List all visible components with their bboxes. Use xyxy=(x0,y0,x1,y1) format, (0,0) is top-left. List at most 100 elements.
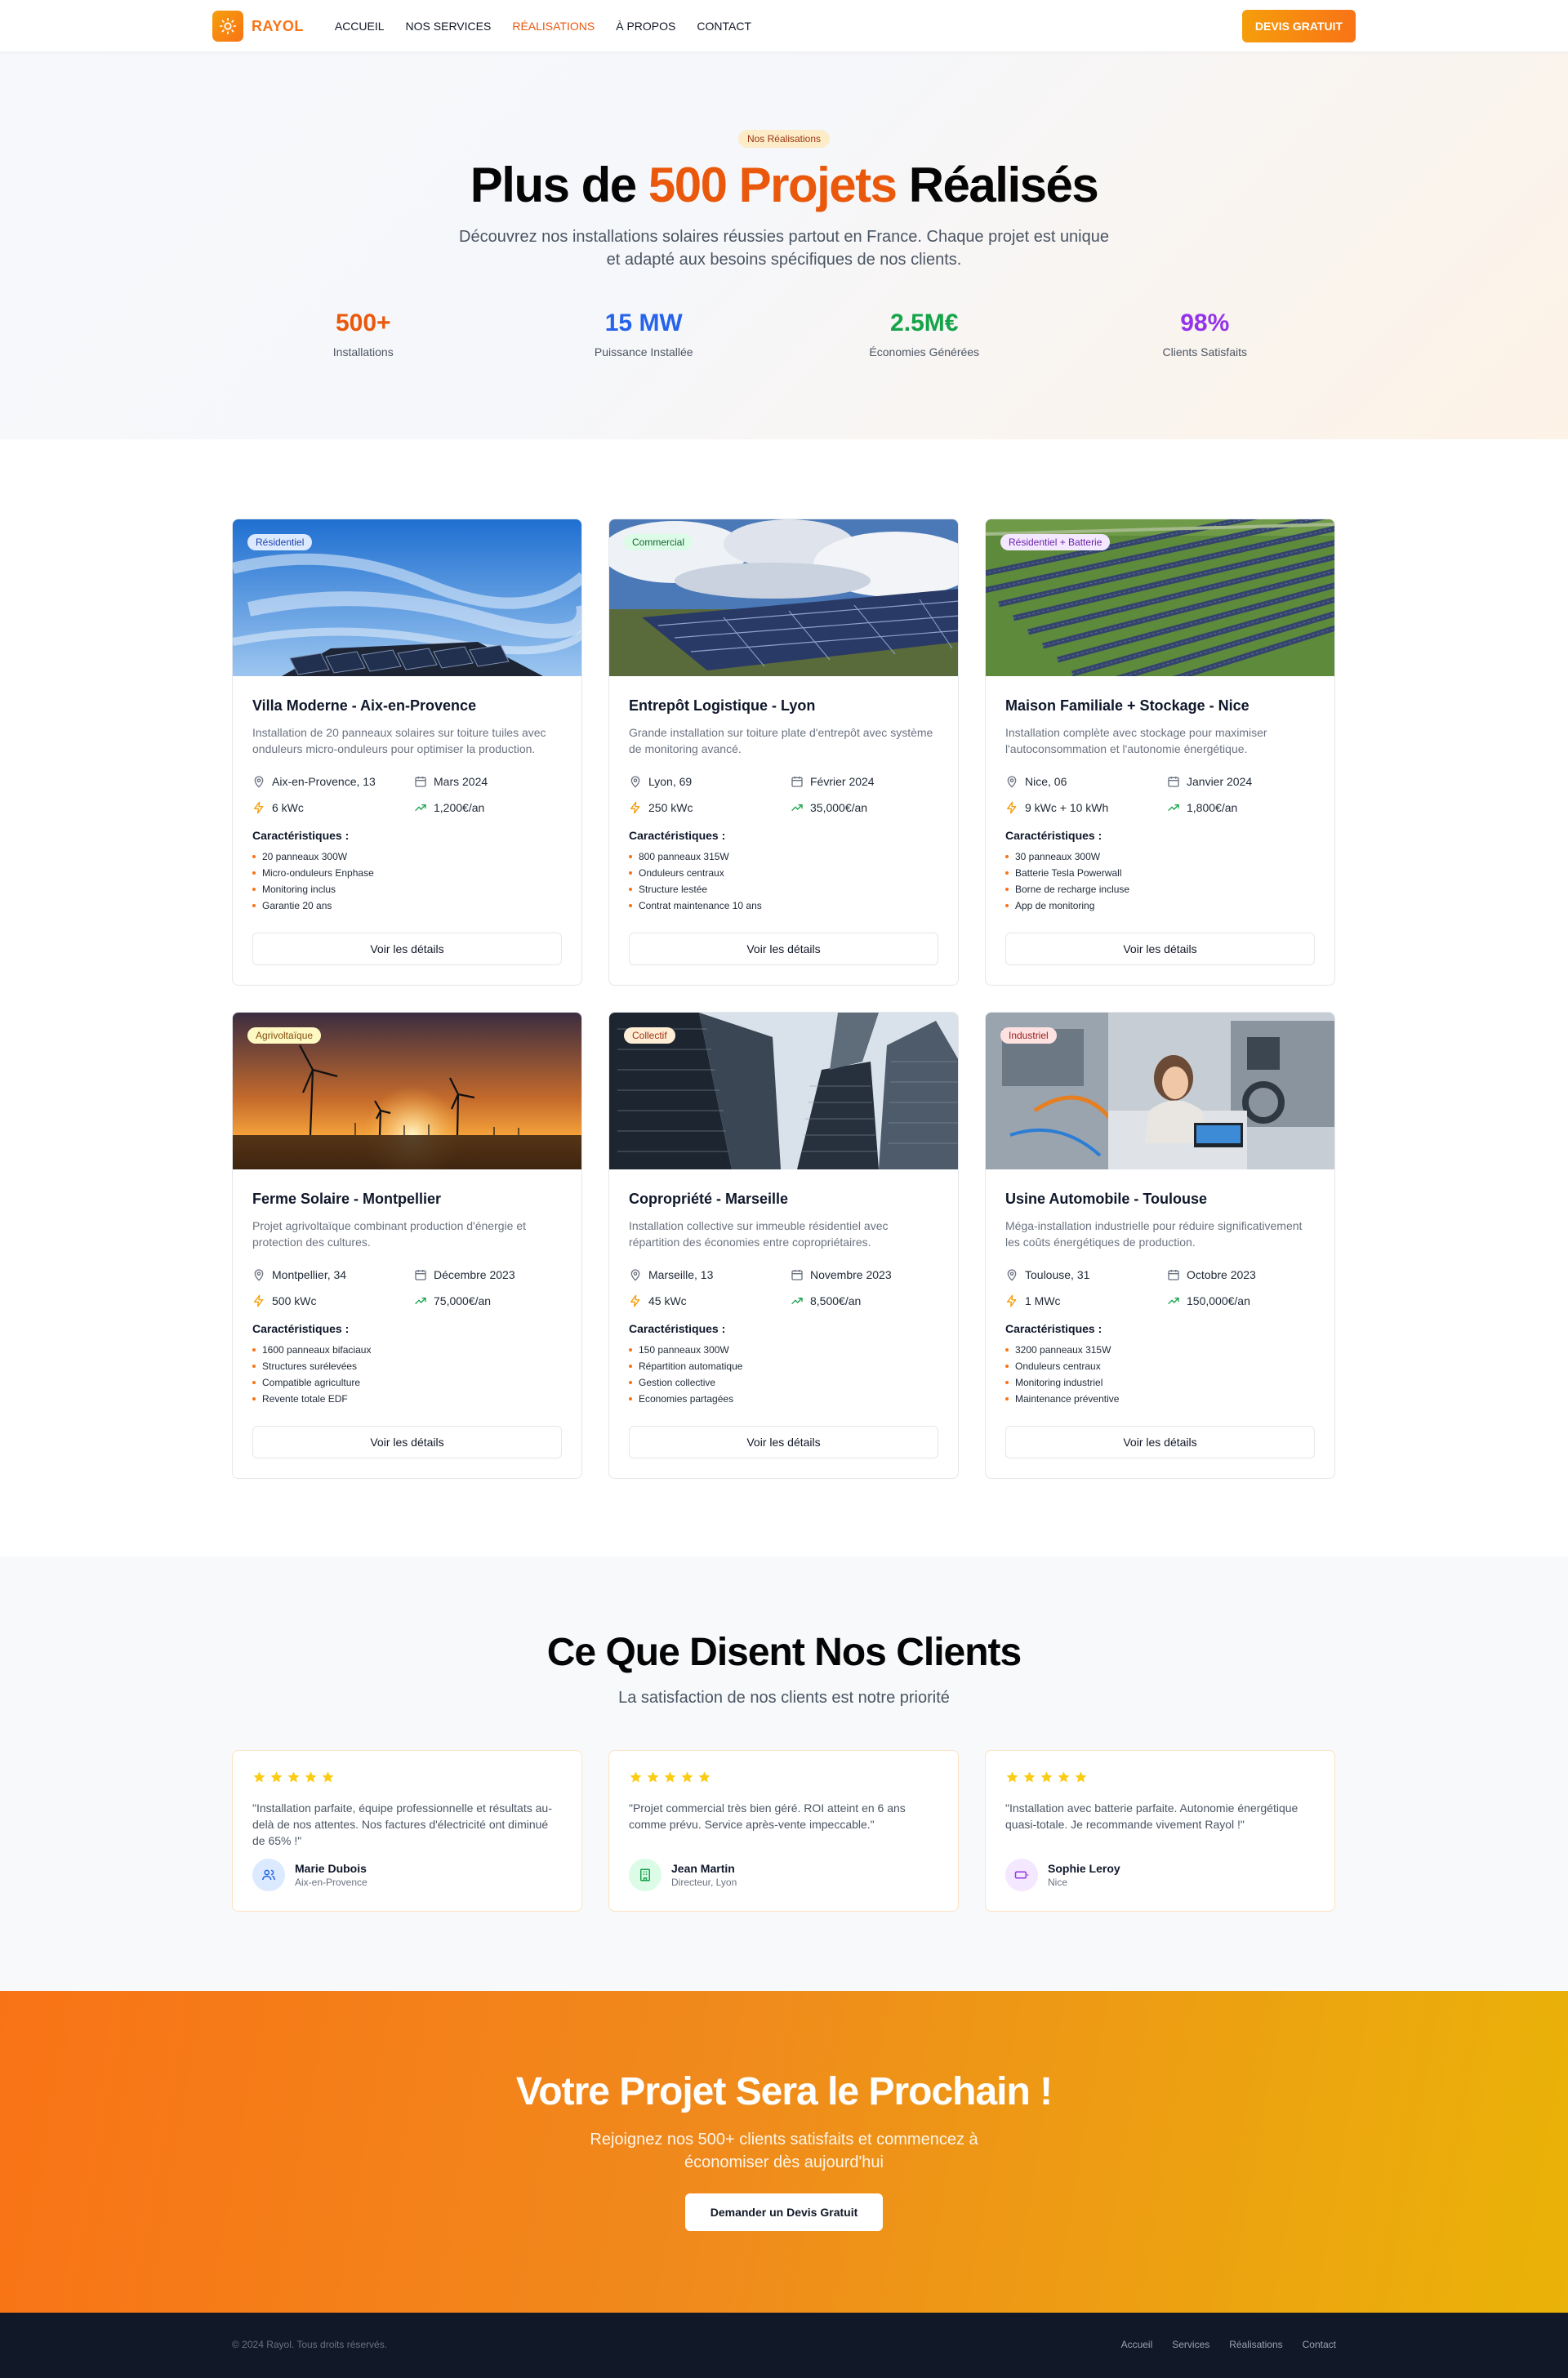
feature-item: Revente totale EDF xyxy=(252,1391,562,1407)
feature-item: 20 panneaux 300W xyxy=(252,848,562,865)
meta-location: Toulouse, 31 xyxy=(1005,1268,1167,1281)
feature-item: 150 panneaux 300W xyxy=(629,1342,938,1358)
meta-date: Janvier 2024 xyxy=(1167,775,1315,788)
features-list: 30 panneaux 300W Batterie Tesla Powerwall… xyxy=(1005,848,1315,914)
rating-stars xyxy=(629,1770,938,1788)
project-title: Villa Moderne - Aix-en-Provence xyxy=(252,697,477,714)
project-image: Industriel xyxy=(986,1013,1334,1169)
testimonial-card: "Installation avec batterie parfaite. Au… xyxy=(985,1750,1335,1912)
cta-subtitle: Rejoignez nos 500+ clients satisfaits et… xyxy=(590,2131,978,2171)
calendar-icon xyxy=(791,1270,803,1280)
calendar-icon xyxy=(1168,1270,1179,1280)
features-list: 150 panneaux 300W Répartition automatique… xyxy=(629,1342,938,1407)
stats-row: 500+ Installations 15 MW Puissance Insta… xyxy=(223,309,1345,358)
free-quote-button[interactable]: DEVIS GRATUIT xyxy=(1241,10,1356,42)
star-icon xyxy=(646,1770,660,1788)
savings-text: 1,200€/an xyxy=(434,801,485,814)
feature-item: Micro-onduleurs Enphase xyxy=(252,865,562,881)
calendar-icon xyxy=(1168,777,1179,787)
project-title: Usine Automobile - Toulouse xyxy=(1005,1191,1207,1207)
users-icon xyxy=(252,1859,285,1891)
footer-link-contact[interactable]: Contact xyxy=(1303,2339,1336,2350)
stat-installations: 500+ Installations xyxy=(223,309,504,358)
features-list: 20 panneaux 300W Micro-onduleurs Enphase M… xyxy=(252,848,562,914)
stat-label: Économies Générées xyxy=(869,345,980,358)
nav-link-realisations[interactable]: RÉALISATIONS xyxy=(512,20,595,33)
testimonials-title: Ce Que Disent Nos Clients xyxy=(546,1631,1022,1674)
feature-item: App de monitoring xyxy=(1005,897,1315,914)
star-icon xyxy=(304,1770,318,1788)
star-icon xyxy=(1005,1770,1019,1788)
star-icon xyxy=(287,1770,301,1788)
category-badge: Résidentiel xyxy=(247,534,313,550)
nav-link-accueil[interactable]: ACCUEIL xyxy=(335,20,385,33)
author-role: Nice xyxy=(1048,1877,1068,1888)
star-icon xyxy=(680,1770,694,1788)
project-meta: Aix-en-Provence, 13 Mars 2024 6 kWc 1,20… xyxy=(252,775,562,814)
footer-link-services[interactable]: Services xyxy=(1172,2339,1209,2350)
features-title: Caractéristiques : xyxy=(252,1322,350,1335)
lightning-icon xyxy=(1007,1294,1017,1307)
date-text: Novembre 2023 xyxy=(810,1268,892,1281)
meta-location: Aix-en-Provence, 13 xyxy=(252,775,414,788)
star-icon xyxy=(252,1770,266,1788)
rating-stars xyxy=(1005,1770,1315,1788)
project-image: Résidentiel + Batterie xyxy=(986,519,1334,676)
map-pin-icon xyxy=(630,776,640,788)
view-details-button[interactable]: Voir les détails xyxy=(629,1426,938,1458)
meta-savings: 75,000€/an xyxy=(414,1294,562,1307)
feature-item: Monitoring industriel xyxy=(1005,1374,1315,1391)
power-text: 9 kWc + 10 kWh xyxy=(1025,801,1109,814)
meta-location: Lyon, 69 xyxy=(629,775,791,788)
footer: © 2024 Rayol. Tous droits réservés. Accu… xyxy=(0,2313,1568,2378)
footer-link-realisations[interactable]: Réalisations xyxy=(1229,2339,1282,2350)
footer-link-accueil[interactable]: Accueil xyxy=(1121,2339,1153,2350)
project-meta: Montpellier, 34 Décembre 2023 500 kWc 75… xyxy=(252,1268,562,1307)
feature-item: Monitoring inclus xyxy=(252,881,562,897)
star-icon xyxy=(697,1770,711,1788)
project-image: Agrivoltaïque xyxy=(233,1013,581,1169)
feature-item: Structures surélevées xyxy=(252,1358,562,1374)
calendar-icon xyxy=(791,777,803,787)
building-icon xyxy=(629,1859,662,1891)
nav-link-services[interactable]: NOS SERVICES xyxy=(406,20,492,33)
location-text: Marseille, 13 xyxy=(648,1268,714,1281)
nav-link-contact[interactable]: CONTACT xyxy=(697,20,751,33)
stat-label: Puissance Installée xyxy=(594,345,693,358)
power-text: 6 kWc xyxy=(272,801,304,814)
star-icon xyxy=(1040,1770,1054,1788)
request-quote-button[interactable]: Demander un Devis Gratuit xyxy=(685,2193,883,2231)
brand-logo[interactable]: RAYOL xyxy=(212,11,304,42)
savings-text: 8,500€/an xyxy=(810,1294,862,1307)
testimonial-author: Sophie Leroy Nice xyxy=(1005,1859,1120,1891)
features-title: Caractéristiques : xyxy=(252,829,350,842)
view-details-button[interactable]: Voir les détails xyxy=(1005,933,1315,965)
view-details-button[interactable]: Voir les détails xyxy=(1005,1426,1315,1458)
meta-savings: 1,800€/an xyxy=(1167,801,1315,814)
view-details-button[interactable]: Voir les détails xyxy=(252,933,562,965)
view-details-button[interactable]: Voir les détails xyxy=(629,933,938,965)
meta-date: Novembre 2023 xyxy=(791,1268,938,1281)
projects-grid: Résidentiel Villa Moderne - Aix-en-Prove… xyxy=(232,519,1336,1479)
project-description: Méga-installation industrielle pour rédu… xyxy=(1005,1219,1303,1249)
location-text: Toulouse, 31 xyxy=(1025,1268,1090,1281)
project-meta: Toulouse, 31 Octobre 2023 1 MWc 150,000€… xyxy=(1005,1268,1315,1307)
trending-up-icon xyxy=(791,804,803,811)
lightning-icon xyxy=(254,801,264,814)
project-description: Installation collective sur immeuble rés… xyxy=(629,1219,889,1249)
nav-link-a-propos[interactable]: À PROPOS xyxy=(616,20,675,33)
project-title: Ferme Solaire - Montpellier xyxy=(252,1191,442,1207)
savings-text: 75,000€/an xyxy=(434,1294,492,1307)
feature-item: 800 panneaux 315W xyxy=(629,848,938,865)
project-image: Commercial xyxy=(609,519,958,676)
stat-savings: 2.5M€ Économies Générées xyxy=(784,309,1065,358)
calendar-icon xyxy=(415,1270,426,1280)
savings-text: 150,000€/an xyxy=(1187,1294,1250,1307)
testimonial-card: "Projet commercial très bien géré. ROI a… xyxy=(608,1750,959,1912)
power-text: 250 kWc xyxy=(648,801,693,814)
project-card: Agrivoltaïque Ferme Solaire - Montpellie… xyxy=(232,1012,582,1479)
feature-item: Répartition automatique xyxy=(629,1358,938,1374)
meta-power: 45 kWc xyxy=(629,1294,791,1307)
view-details-button[interactable]: Voir les détails xyxy=(252,1426,562,1458)
meta-date: Mars 2024 xyxy=(414,775,562,788)
